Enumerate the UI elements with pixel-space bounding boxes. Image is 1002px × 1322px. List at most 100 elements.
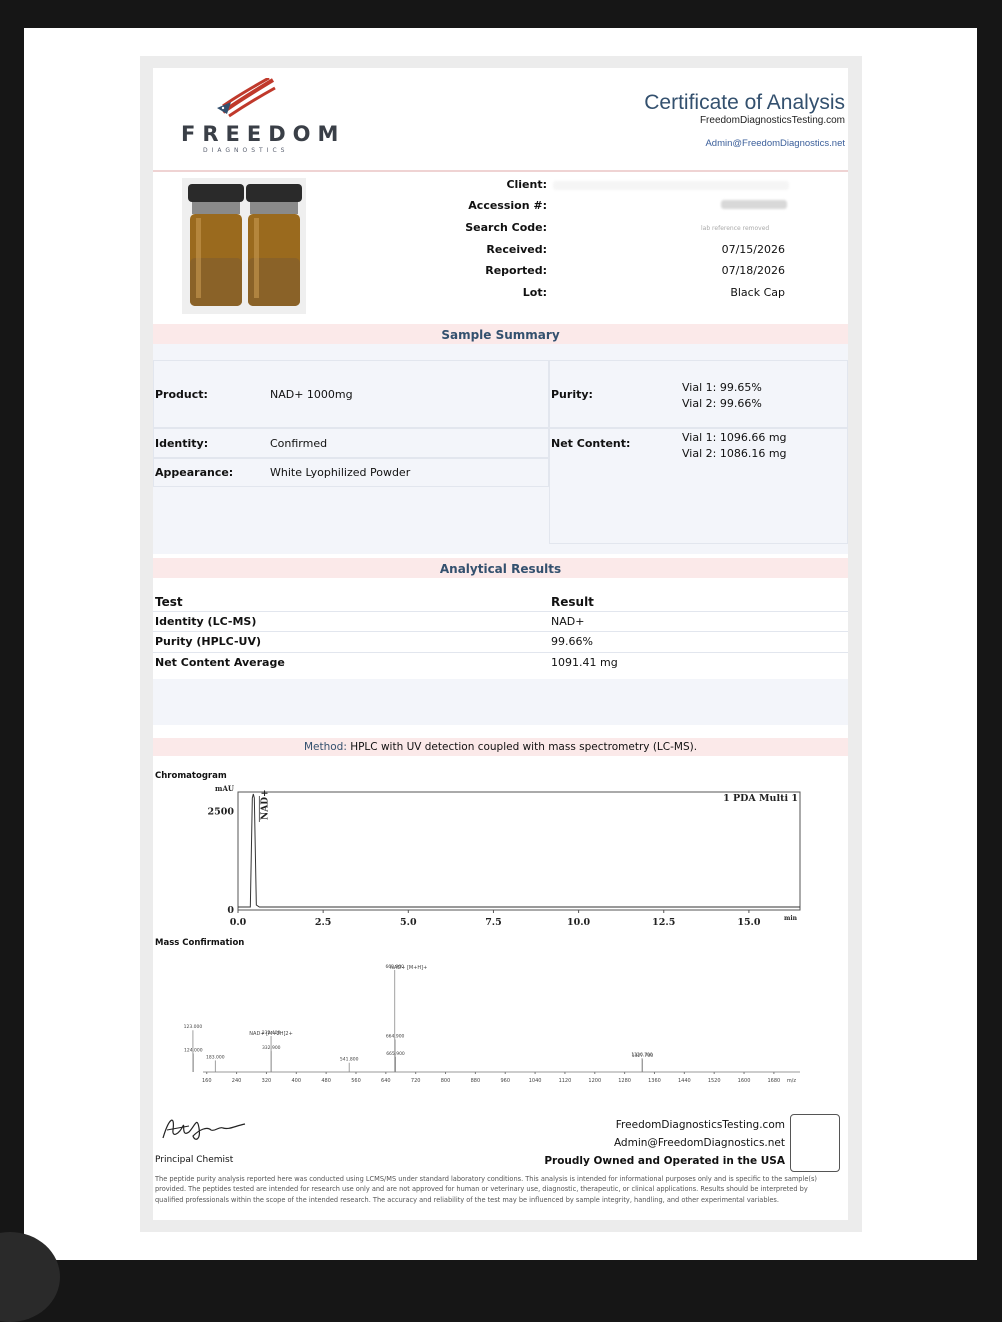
analytical-results-title: Analytical Results <box>439 562 562 576</box>
accession-redacted <box>721 200 787 209</box>
method-text: HPLC with UV detection coupled with mass… <box>350 741 698 753</box>
certificate-page: FREEDOM DIAGNOSTICS Certificate of Analy… <box>153 68 848 1220</box>
received-label: Received: <box>486 243 547 256</box>
reported-value: 07/18/2026 <box>721 264 785 277</box>
purity-vial2: Vial 2: 99.66% <box>682 397 762 410</box>
mass-peak-label: 183.000 <box>206 1054 225 1060</box>
results-row-test: Purity (HPLC-UV) <box>155 635 262 648</box>
x-tick-label: 2.5 <box>315 917 332 928</box>
mass-x-tick-label: 1040 <box>529 1078 542 1084</box>
results-row-test: Net Content Average <box>155 656 285 669</box>
results-row-divider <box>153 611 848 612</box>
results-row-test: Identity (LC-MS) <box>155 615 257 628</box>
vials-image-icon <box>182 178 306 314</box>
identity-cell <box>153 428 549 458</box>
footer-tagline: Proudly Owned and Operated in the USA <box>544 1155 785 1167</box>
search-code-note: lab reference removed <box>701 225 770 232</box>
net-content-label: Net Content: <box>551 437 631 450</box>
mass-x-tick-label: 1120 <box>559 1078 572 1084</box>
results-row-divider <box>153 652 848 653</box>
chemist-role: Principal Chemist <box>155 1155 234 1165</box>
method-line: Method: HPLC with UV detection coupled w… <box>153 741 848 753</box>
chromatogram-chart: 0.0 2.5 5.0 7.5 10.0 12.5 15.0 0 2500 mAU min 1 PDA… <box>208 784 801 928</box>
y-tick-label: 2500 <box>208 807 235 818</box>
mass-x-tick-label: 1680 <box>768 1078 781 1084</box>
x-tick-label: 10.0 <box>567 917 591 928</box>
mass-x-tick-label: 1600 <box>738 1078 751 1084</box>
mass-x-tick-label: 880 <box>471 1078 481 1084</box>
mass-x-tick-label: 1360 <box>648 1078 661 1084</box>
mass-x-tick-label: 1520 <box>708 1078 721 1084</box>
qr-stamp <box>790 1114 840 1172</box>
brand-subtitle: DIAGNOSTICS <box>203 147 289 154</box>
signature <box>162 1119 246 1140</box>
mass-x-tick-label: 1280 <box>618 1078 631 1084</box>
identity-value: Confirmed <box>270 437 328 450</box>
results-row-result: 1091.41 mg <box>551 656 618 669</box>
mass-x-tick-label: 960 <box>500 1078 510 1084</box>
mass-x-tick-label: 240 <box>232 1078 242 1084</box>
vials-photo <box>182 178 306 314</box>
method-label: Method: <box>303 741 347 753</box>
search-code-label: Search Code: <box>465 221 547 234</box>
accession-label: Accession #: <box>468 199 547 212</box>
net-content-vial2: Vial 2: 1086.16 mg <box>682 447 787 460</box>
results-row-result: NAD+ <box>551 615 585 628</box>
purity-cell <box>549 360 848 428</box>
mass-x-tick-label: 720 <box>411 1078 421 1084</box>
product-value: NAD+ 1000mg <box>270 388 353 401</box>
footer-email[interactable]: Admin@FreedomDiagnostics.net <box>614 1137 785 1149</box>
mass-peak-label: 123.000 <box>184 1024 203 1030</box>
mass-x-tick-label: 1200 <box>588 1078 601 1084</box>
results-row-divider <box>153 631 848 632</box>
x-tick-label: 0.0 <box>230 917 247 928</box>
product-label: Product: <box>155 388 208 401</box>
received-value: 07/15/2026 <box>721 243 785 256</box>
mass-annotation: NAD+ [M+H]+ <box>390 965 427 971</box>
results-blank-panel <box>153 679 848 725</box>
mass-peak-label: 665.900 <box>386 1051 405 1057</box>
results-row-result: 99.66% <box>551 635 593 648</box>
x-tick-label: 15.0 <box>737 917 761 928</box>
mass-spectrum-chart: 160 240 320 400 480 560 640 720 800 880 960 1040 112… <box>184 964 800 1084</box>
mass-x-axis-label: m/z <box>787 1078 797 1084</box>
flag-logo-icon <box>217 78 276 118</box>
chromatogram-frame <box>237 791 801 911</box>
net-content-vial1: Vial 1: 1096.66 mg <box>682 431 787 444</box>
purity-vial1: Vial 1: 99.65% <box>682 381 762 394</box>
y-tick-label: 0 <box>227 905 234 916</box>
sample-summary-title: Sample Summary <box>441 328 560 342</box>
x-tick-label: 12.5 <box>652 917 675 928</box>
footer-website[interactable]: FreedomDiagnosticsTesting.com <box>616 1119 785 1131</box>
lot-value: Black Cap <box>730 286 785 299</box>
mass-x-tick-label: 320 <box>262 1078 272 1084</box>
mass-peak-label: 1327.700 <box>632 1053 654 1059</box>
mass-x-tick-label: 160 <box>202 1078 212 1084</box>
mass-x-tick-label: 640 <box>381 1078 391 1084</box>
mass-x-tick-label: 1440 <box>678 1078 691 1084</box>
x-tick-label: 7.5 <box>485 917 502 928</box>
x-tick-label: 5.0 <box>400 917 417 928</box>
mass-x-tick-label: 400 <box>292 1078 302 1084</box>
page-title: Certificate of Analysis <box>644 91 845 114</box>
header-divider <box>153 170 848 172</box>
reported-label: Reported: <box>485 264 547 277</box>
mass-peak-label: 124.000 <box>184 1047 203 1053</box>
y-axis-label: mAU <box>215 784 234 793</box>
mass-confirmation-title: Mass Confirmation <box>155 938 245 948</box>
chromatogram-trace <box>238 793 800 908</box>
mass-peak-label: 332.900 <box>262 1045 281 1051</box>
mass-x-tick-label: 560 <box>351 1078 361 1084</box>
header-email[interactable]: Admin@FreedomDiagnostics.net <box>705 138 845 149</box>
mass-peak-label: 664.900 <box>386 1034 405 1040</box>
appearance-label: Appearance: <box>155 466 234 479</box>
peak-label-nad: NAD+ <box>260 789 270 820</box>
results-result-header: Result <box>551 595 594 609</box>
detector-label: 1 PDA Multi 1 <box>723 793 798 804</box>
results-test-header: Test <box>155 595 183 609</box>
header-website[interactable]: FreedomDiagnosticsTesting.com <box>700 115 845 126</box>
client-redacted <box>553 181 789 190</box>
mass-x-tick-label: 800 <box>441 1078 451 1084</box>
purity-label: Purity: <box>551 388 593 401</box>
client-label: Client: <box>506 178 547 191</box>
